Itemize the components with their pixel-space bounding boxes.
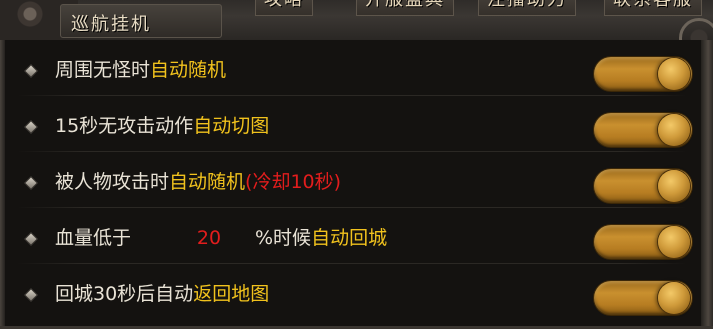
label-highlight: 自动回城	[311, 227, 388, 249]
corner-knot-icon	[679, 18, 713, 40]
label-cooldown: (冷却10秒)	[245, 171, 342, 193]
hp-threshold-input[interactable]: 20	[185, 226, 233, 250]
toggle-knob	[658, 58, 690, 90]
diamond-bullet-icon	[23, 175, 39, 191]
setting-row-auto-return-city: 血量低于 20 %时候自动回城	[5, 212, 701, 264]
settings-panel: 周围无怪时自动随机 15秒无攻击动作自动切图 被人物攻击时自动随机(冷却10秒)…	[5, 40, 701, 326]
top-frame: 攻略 开服盛典 注播助力 联系客服 巡航挂机	[0, 0, 713, 41]
label-text: 周围无怪时	[55, 59, 151, 81]
toggle-knob	[658, 226, 690, 258]
diamond-bullet-icon	[23, 119, 39, 135]
diamond-bullet-icon	[23, 63, 39, 79]
toggle-knob	[658, 282, 690, 314]
setting-row-auto-random-idle: 周围无怪时自动随机	[5, 44, 701, 96]
tab-contact-service[interactable]: 联系客服	[604, 0, 702, 16]
tab-label: 注播助力	[487, 0, 567, 10]
label-text: 血量低于	[55, 227, 132, 249]
tab-label: 联系客服	[613, 0, 693, 10]
label-text: %时候	[255, 227, 312, 249]
setting-label-prefix: 血量低于	[55, 226, 131, 250]
label-text: 回城30秒后自动	[55, 283, 194, 305]
toggle-knob	[658, 114, 690, 146]
label-text: 15秒无攻击动作	[55, 115, 194, 137]
toggle-knob	[658, 170, 690, 202]
diamond-bullet-icon	[23, 287, 39, 303]
label-highlight: 返回地图	[193, 283, 270, 305]
label-text: 被人物攻击时	[55, 171, 170, 193]
label-highlight: 自动随机	[150, 59, 227, 81]
toggle-auto-return-city[interactable]	[594, 225, 692, 259]
row-divider	[17, 151, 687, 152]
tab-label: 攻略	[264, 0, 304, 10]
toggle-auto-return-map[interactable]	[594, 281, 692, 315]
setting-label: 回城30秒后自动返回地图	[55, 282, 269, 306]
frame-right	[701, 40, 713, 329]
setting-row-auto-random-attacked: 被人物攻击时自动随机(冷却10秒)	[5, 156, 701, 208]
diamond-bullet-icon	[23, 231, 39, 247]
label-highlight: 自动随机	[169, 171, 246, 193]
setting-label-suffix: %时候自动回城	[255, 226, 387, 250]
tab-guide[interactable]: 攻略	[255, 0, 313, 16]
toggle-auto-random-idle[interactable]	[594, 57, 692, 91]
row-divider	[17, 263, 687, 264]
row-divider	[17, 95, 687, 96]
setting-label: 15秒无攻击动作自动切图	[55, 114, 269, 138]
setting-row-auto-switch-map: 15秒无攻击动作自动切图	[5, 100, 701, 152]
setting-label: 被人物攻击时自动随机(冷却10秒)	[55, 170, 341, 194]
setting-label: 周围无怪时自动随机	[55, 58, 226, 82]
panel-title-tab[interactable]: 巡航挂机	[60, 4, 222, 38]
label-highlight: 自动切图	[193, 115, 270, 137]
tab-server-event[interactable]: 开服盛典	[356, 0, 454, 16]
tab-stream-help[interactable]: 注播助力	[478, 0, 576, 16]
toggle-auto-switch-map[interactable]	[594, 113, 692, 147]
toggle-auto-random-attacked[interactable]	[594, 169, 692, 203]
panel-title: 巡航挂机	[71, 14, 151, 35]
row-divider	[17, 207, 687, 208]
setting-row-auto-return-map: 回城30秒后自动返回地图	[5, 268, 701, 320]
tab-label: 开服盛典	[365, 0, 445, 10]
